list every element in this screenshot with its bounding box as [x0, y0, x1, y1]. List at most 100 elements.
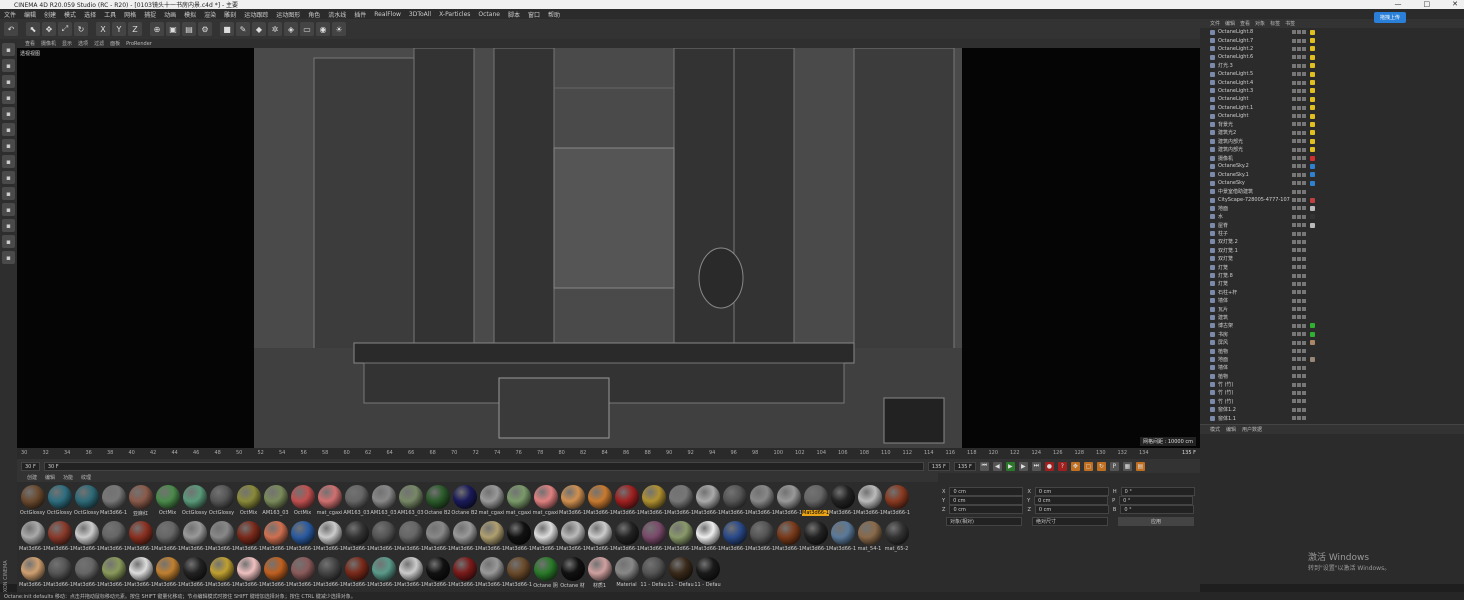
- enable-check-icon[interactable]: [1302, 407, 1306, 412]
- coord-value-field[interactable]: 0 °: [1119, 496, 1194, 505]
- edges-icon[interactable]: ▪: [2, 75, 15, 88]
- visibility-flags[interactable]: [1292, 147, 1306, 152]
- object-mode-icon[interactable]: ▪: [2, 107, 15, 120]
- object-row[interactable]: 竹 (竹): [1210, 389, 1464, 397]
- render-visibility-dot[interactable]: [1297, 349, 1301, 354]
- visibility-flags[interactable]: [1292, 365, 1306, 370]
- render-visibility-dot[interactable]: [1297, 164, 1301, 169]
- grid-icon[interactable]: ▦: [1122, 461, 1132, 471]
- editor-visibility-dot[interactable]: [1292, 189, 1296, 194]
- render-visibility-dot[interactable]: [1297, 38, 1301, 43]
- render-visibility-dot[interactable]: [1297, 357, 1301, 362]
- object-tag-icon[interactable]: [1310, 46, 1315, 52]
- editor-visibility-dot[interactable]: [1292, 382, 1296, 387]
- object-tag-icon[interactable]: [1310, 63, 1315, 69]
- viewport-menu-item[interactable]: 面板: [110, 40, 120, 47]
- sculpt-icon[interactable]: ▪: [2, 187, 15, 200]
- material-swatch[interactable]: 11 - Defau: [640, 557, 667, 591]
- enable-check-icon[interactable]: [1302, 114, 1306, 119]
- editor-visibility-dot[interactable]: [1292, 399, 1296, 404]
- material-tab[interactable]: 功能: [63, 474, 73, 481]
- goto-end-icon[interactable]: ⏭: [1031, 461, 1041, 471]
- visibility-flags[interactable]: [1292, 206, 1306, 211]
- object-tag-icon[interactable]: [1310, 222, 1315, 228]
- object-row[interactable]: 墙体: [1210, 297, 1464, 305]
- menu-item[interactable]: 创建: [44, 10, 56, 19]
- material-swatch[interactable]: Mat3d66-1: [586, 485, 613, 519]
- material-swatch[interactable]: Mat3d66-1: [640, 485, 667, 519]
- render-visibility-dot[interactable]: [1297, 189, 1301, 194]
- menu-item[interactable]: 文件: [4, 10, 16, 19]
- enable-check-icon[interactable]: [1302, 256, 1306, 261]
- enable-check-icon[interactable]: [1302, 206, 1306, 211]
- enable-check-icon[interactable]: [1302, 239, 1306, 244]
- editor-visibility-dot[interactable]: [1292, 72, 1296, 77]
- visibility-flags[interactable]: [1292, 416, 1306, 421]
- light-icon[interactable]: ☀: [332, 22, 346, 36]
- viewport-menu-item[interactable]: 查看: [25, 40, 35, 47]
- select-icon[interactable]: ⬉: [26, 22, 40, 36]
- render-visibility-dot[interactable]: [1297, 88, 1301, 93]
- enable-check-icon[interactable]: [1302, 122, 1306, 127]
- enable-check-icon[interactable]: [1302, 281, 1306, 286]
- editor-visibility-dot[interactable]: [1292, 38, 1296, 43]
- coord-apply-button[interactable]: 应用: [1118, 517, 1194, 526]
- scale-icon[interactable]: ⤢: [58, 22, 72, 36]
- material-swatch[interactable]: Mat3d66-1: [505, 521, 532, 555]
- material-swatch[interactable]: mat_cgaxi: [316, 485, 343, 519]
- enable-check-icon[interactable]: [1302, 273, 1306, 278]
- object-tag-icon[interactable]: [1310, 155, 1315, 161]
- visibility-flags[interactable]: [1292, 357, 1306, 362]
- visibility-flags[interactable]: [1292, 38, 1306, 43]
- enable-check-icon[interactable]: [1302, 223, 1306, 228]
- upload-button[interactable]: 拖拽上传: [1374, 12, 1407, 23]
- enable-check-icon[interactable]: [1302, 365, 1306, 370]
- goto-start-icon[interactable]: ⏮: [979, 461, 989, 471]
- render-visibility-dot[interactable]: [1297, 399, 1301, 404]
- visibility-flags[interactable]: [1292, 340, 1306, 345]
- visibility-flags[interactable]: [1292, 97, 1306, 102]
- editor-visibility-dot[interactable]: [1292, 80, 1296, 85]
- enable-check-icon[interactable]: [1302, 30, 1306, 35]
- object-manager-tab[interactable]: 查看: [1240, 20, 1250, 27]
- object-row[interactable]: 背景光: [1210, 120, 1464, 128]
- menu-item[interactable]: 脚本: [508, 10, 520, 19]
- axis-y-icon[interactable]: Y: [112, 22, 126, 36]
- material-swatch[interactable]: Mat3d66-1: [478, 557, 505, 591]
- render-visibility-dot[interactable]: [1297, 181, 1301, 186]
- material-swatch[interactable]: Mat3d66-1: [829, 485, 856, 519]
- object-tag-icon[interactable]: [1310, 113, 1315, 119]
- coord-value-field[interactable]: 0 cm: [1034, 505, 1109, 514]
- editor-visibility-dot[interactable]: [1292, 156, 1296, 161]
- material-swatch[interactable]: Mat3d66-1: [667, 521, 694, 555]
- object-row[interactable]: 建筑内部光: [1210, 137, 1464, 145]
- object-tag-icon[interactable]: [1310, 180, 1315, 186]
- editor-visibility-dot[interactable]: [1292, 374, 1296, 379]
- object-row[interactable]: OctaneSky.1: [1210, 171, 1464, 179]
- editor-visibility-dot[interactable]: [1292, 239, 1296, 244]
- material-swatch[interactable]: 11 - Defau: [667, 557, 694, 591]
- object-row[interactable]: 灯笼.8: [1210, 271, 1464, 279]
- editor-visibility-dot[interactable]: [1292, 281, 1296, 286]
- visibility-flags[interactable]: [1292, 172, 1306, 177]
- object-tag-icon[interactable]: [1310, 205, 1315, 211]
- editor-visibility-dot[interactable]: [1292, 139, 1296, 144]
- material-swatch[interactable]: mat_cgaxi: [478, 485, 505, 519]
- material-swatch[interactable]: Mat3d66-1: [397, 557, 424, 591]
- keyframe-scale-icon[interactable]: ▢: [1083, 461, 1093, 471]
- material-swatch[interactable]: Mat3d66-1: [829, 521, 856, 555]
- enable-check-icon[interactable]: [1302, 390, 1306, 395]
- material-swatch[interactable]: Mat3d66-1: [856, 485, 883, 519]
- material-swatch[interactable]: Mat3d66-1: [424, 557, 451, 591]
- enable-check-icon[interactable]: [1302, 139, 1306, 144]
- visibility-flags[interactable]: [1292, 122, 1306, 127]
- enable-check-icon[interactable]: [1302, 374, 1306, 379]
- coord-value-field[interactable]: 0 cm: [949, 487, 1024, 496]
- enable-check-icon[interactable]: [1302, 164, 1306, 169]
- material-swatch[interactable]: Mat3d66-1: [559, 485, 586, 519]
- editor-visibility-dot[interactable]: [1292, 390, 1296, 395]
- timeline-ruler[interactable]: 30 32 34 36 38 40 42 44 46 48 50 52 54 56 58 60 62 64 66 68…: [17, 448, 1200, 459]
- material-swatch[interactable]: Mat3d66-1: [73, 557, 100, 591]
- visibility-flags[interactable]: [1292, 265, 1306, 270]
- editor-visibility-dot[interactable]: [1292, 315, 1296, 320]
